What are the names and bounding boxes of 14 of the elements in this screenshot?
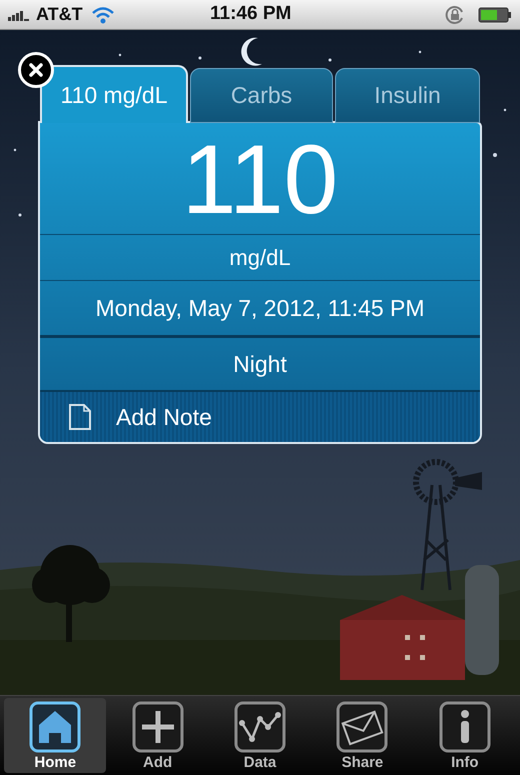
tab[interactable]: Carbs	[190, 68, 333, 123]
add-note-button[interactable]: Add Note	[40, 390, 480, 442]
carrier-name: AT&T	[36, 3, 83, 26]
tab-bar-item[interactable]: Share	[311, 698, 414, 773]
tab-bar-item[interactable]: Add	[106, 698, 209, 773]
unit-label: mg/dL	[229, 244, 291, 272]
glucose-value: 110	[180, 123, 340, 234]
time-of-day: Night	[233, 346, 287, 382]
tab[interactable]: Insulin	[335, 68, 480, 123]
tab-bar-item[interactable]: Info	[414, 698, 516, 773]
tab-bar-item[interactable]: Home	[4, 698, 106, 773]
tab-bar-item[interactable]: Data	[208, 698, 312, 773]
date-time: Monday, May 7, 2012, 11:45 PM	[96, 294, 424, 323]
status-time: 11:46 PM	[210, 2, 292, 26]
